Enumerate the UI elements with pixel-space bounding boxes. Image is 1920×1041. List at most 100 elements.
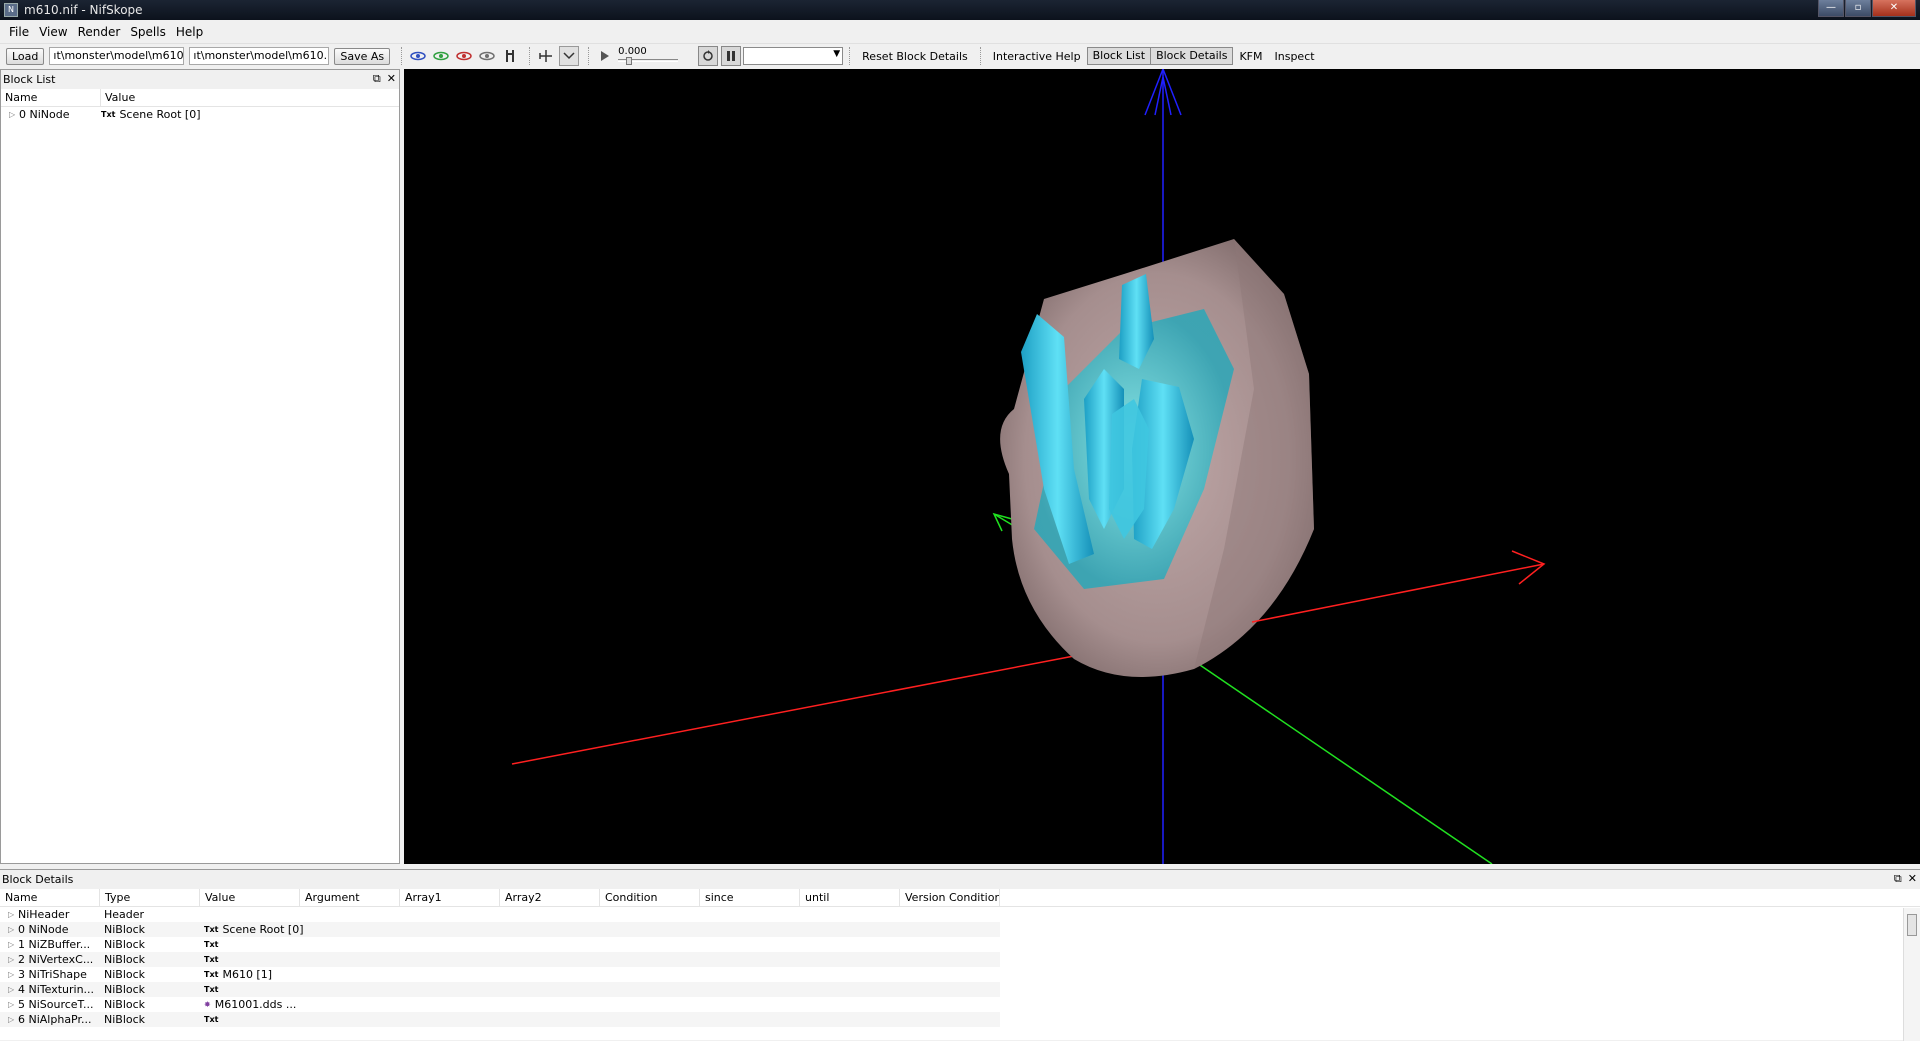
switch-icon[interactable]: [721, 46, 742, 66]
column-condition[interactable]: Condition: [600, 889, 700, 906]
toolbar-separator: [529, 47, 531, 65]
menu-help[interactable]: Help: [171, 25, 208, 39]
expand-arrow-icon[interactable]: ▷: [9, 110, 19, 119]
view-front-icon[interactable]: [408, 46, 428, 66]
expand-arrow-icon[interactable]: ▷: [8, 970, 18, 979]
axes-icon[interactable]: [536, 46, 556, 66]
block-details-toggle[interactable]: Block Details: [1151, 47, 1234, 65]
table-row[interactable]: ▷ 5 NiSourceT... NiBlock ✸ M61001.dds ...: [0, 997, 1920, 1012]
time-slider[interactable]: 0.000: [618, 46, 688, 66]
block-list-title-bar: Block List ⧉ ✕: [1, 70, 399, 89]
text-icon: Txt: [204, 970, 219, 979]
menu-spells[interactable]: Spells: [125, 25, 171, 39]
view-user-icon[interactable]: [477, 46, 497, 66]
column-array2[interactable]: Array2: [500, 889, 600, 906]
save-as-button[interactable]: Save As: [334, 47, 391, 65]
toolbar-separator: [401, 47, 403, 65]
render-viewport[interactable]: [404, 69, 1920, 864]
scrollbar-thumb[interactable]: [1907, 914, 1917, 936]
row-type: Header: [104, 908, 145, 921]
block-details-title: Block Details: [2, 873, 74, 886]
row-type: NiBlock: [104, 953, 146, 966]
column-array1[interactable]: Array1: [400, 889, 500, 906]
loop-icon[interactable]: [698, 46, 719, 66]
load-button[interactable]: Load: [6, 47, 45, 65]
toolbar-separator: [588, 47, 590, 65]
row-name: 3 NiTriShape: [18, 968, 87, 981]
table-row[interactable]: ▷ NiHeader Header: [0, 907, 1920, 922]
save-path-input[interactable]: ıt\monster\model\m610.nif: [189, 47, 330, 65]
expand-arrow-icon[interactable]: ▷: [8, 910, 18, 919]
slider-thumb[interactable]: [626, 57, 633, 65]
kfm-button[interactable]: KFM: [1233, 50, 1268, 63]
row-value: M610 [1]: [222, 968, 273, 981]
axis-y: [1193, 660, 1493, 864]
text-icon: Txt: [204, 925, 219, 934]
expand-arrow-icon[interactable]: ▷: [8, 940, 18, 949]
inspect-button[interactable]: Inspect: [1269, 50, 1321, 63]
menu-view[interactable]: View: [34, 25, 72, 39]
axis-x-positive: [1251, 563, 1545, 623]
minimize-button[interactable]: —: [1818, 0, 1844, 17]
tree-row-name: 0 NiNode: [19, 108, 70, 121]
expand-arrow-icon[interactable]: ▷: [8, 1015, 18, 1024]
view-menu-icon[interactable]: [559, 46, 580, 66]
table-row[interactable]: ▷ 2 NiVertexC... NiBlock Txt: [0, 952, 1000, 967]
close-panel-icon[interactable]: ✕: [387, 72, 396, 86]
load-path-input[interactable]: ıt\monster\model\m610.nif: [49, 47, 185, 65]
row-name: 1 NiZBuffer...: [18, 938, 91, 951]
close-panel-icon[interactable]: ✕: [1908, 872, 1917, 886]
row-name: 4 NiTexturin...: [18, 983, 95, 996]
expand-arrow-icon[interactable]: ▷: [8, 985, 18, 994]
window-controls: — ▫ ✕: [1817, 0, 1916, 17]
column-value[interactable]: Value: [101, 89, 397, 106]
column-name[interactable]: Name: [1, 89, 101, 106]
table-row[interactable]: ▷ 6 NiAlphaPr... NiBlock Txt: [0, 1012, 1000, 1027]
block-details-header: Name Type Value Argument Array1 Array2 C…: [0, 889, 1920, 907]
table-row[interactable]: ▷ 1 NiZBuffer... NiBlock Txt: [0, 937, 1920, 952]
tree-row-value: Scene Root [0]: [119, 108, 201, 121]
row-name: 6 NiAlphaPr...: [18, 1013, 92, 1026]
column-until[interactable]: until: [800, 889, 900, 906]
close-button[interactable]: ✕: [1872, 0, 1916, 17]
toolbar-separator: [979, 47, 981, 65]
table-row[interactable]: ▷ 4 NiTexturin... NiBlock Txt: [0, 982, 1000, 997]
chevron-down-icon: ▼: [833, 49, 841, 59]
row-type: NiBlock: [104, 968, 146, 981]
column-since[interactable]: since: [700, 889, 800, 906]
column-type[interactable]: Type: [100, 889, 200, 906]
app-icon: N: [4, 3, 18, 17]
column-name[interactable]: Name: [0, 889, 100, 906]
float-panel-icon[interactable]: ⧉: [373, 72, 381, 86]
row-type: NiBlock: [104, 923, 146, 936]
tree-row[interactable]: ▷ 0 NiNode Txt Scene Root [0]: [1, 107, 399, 122]
axis-x-negative: [511, 655, 1075, 765]
view-walk-icon[interactable]: [500, 46, 520, 66]
table-row[interactable]: ▷ 0 NiNode NiBlock Txt Scene Root [0]: [0, 922, 1000, 937]
main-toolbar: Load ıt\monster\model\m610.nif ıt\monste…: [0, 44, 1920, 68]
expand-arrow-icon[interactable]: ▷: [8, 1000, 18, 1009]
float-panel-icon[interactable]: ⧉: [1894, 872, 1902, 886]
column-value[interactable]: Value: [200, 889, 300, 906]
view-side-icon[interactable]: [431, 46, 451, 66]
expand-arrow-icon[interactable]: ▷: [8, 925, 18, 934]
reset-block-details-button[interactable]: Reset Block Details: [856, 50, 974, 63]
block-details-title-bar: Block Details ⧉ ✕: [0, 870, 1920, 889]
block-list-toggle[interactable]: Block List: [1086, 47, 1152, 65]
text-icon: Txt: [204, 955, 219, 964]
maximize-button[interactable]: ▫: [1845, 0, 1871, 17]
text-icon: Txt: [204, 1015, 219, 1024]
view-top-icon[interactable]: [454, 46, 474, 66]
play-icon[interactable]: [595, 46, 615, 66]
interactive-help-button[interactable]: Interactive Help: [987, 50, 1087, 63]
animation-select[interactable]: ▼: [743, 47, 844, 65]
menu-file[interactable]: File: [4, 25, 34, 39]
column-version-condition[interactable]: Version Conditior: [900, 889, 1000, 906]
details-scrollbar[interactable]: [1903, 908, 1920, 1041]
table-row[interactable]: ▷ 3 NiTriShape NiBlock Txt M610 [1]: [0, 967, 1920, 982]
menu-render[interactable]: Render: [73, 25, 126, 39]
expand-arrow-icon[interactable]: ▷: [8, 955, 18, 964]
toolbar-separator: [849, 47, 851, 65]
column-argument[interactable]: Argument: [300, 889, 400, 906]
row-value: Scene Root [0]: [222, 923, 304, 936]
